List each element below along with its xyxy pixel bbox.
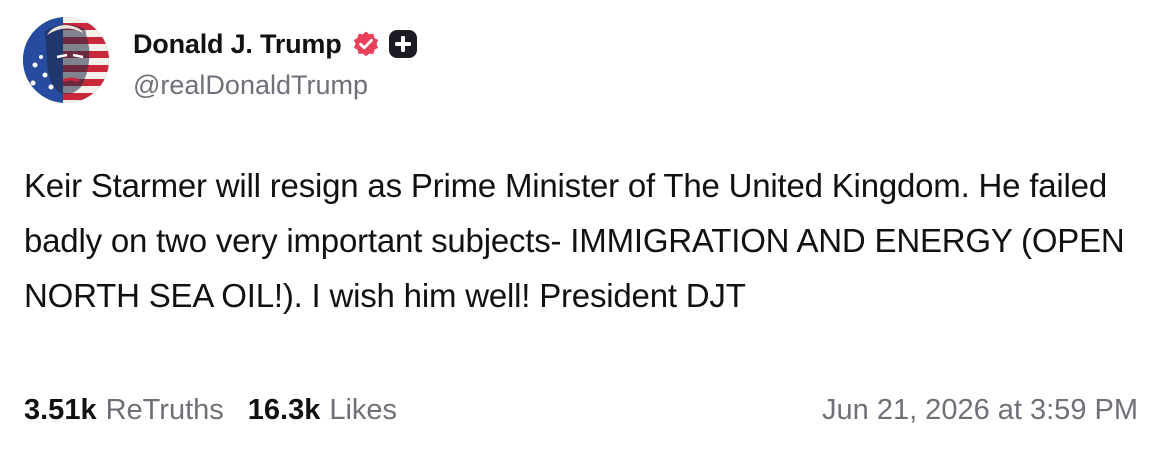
author-display-name[interactable]: Donald J. Trump	[133, 29, 342, 60]
likes-count: 16.3k	[247, 394, 321, 426]
retruths-count: 3.51k	[24, 394, 97, 426]
author-name-row: Donald J. Trump	[133, 24, 418, 64]
avatar[interactable]	[23, 17, 109, 103]
plus-badge-icon	[388, 29, 418, 59]
post-text: Keir Starmer will resign as Prime Minist…	[24, 167, 1125, 314]
retruths-stat[interactable]: 3.51k ReTruths	[24, 394, 224, 427]
post-stats: 3.51k ReTruths 16.3k Likes	[24, 394, 397, 427]
verified-badge-icon	[352, 30, 380, 58]
likes-stat[interactable]: 16.3k Likes	[248, 394, 397, 427]
avatar-image	[23, 17, 109, 103]
post-card: Donald J. Trump @realDonaldTrump Keir St…	[0, 0, 1168, 450]
post-timestamp[interactable]: Jun 21, 2026 at 3:59 PM	[822, 394, 1138, 427]
retruths-label: ReTruths	[105, 394, 224, 426]
likes-label: Likes	[329, 394, 398, 426]
author-handle[interactable]: @realDonaldTrump	[133, 70, 368, 101]
